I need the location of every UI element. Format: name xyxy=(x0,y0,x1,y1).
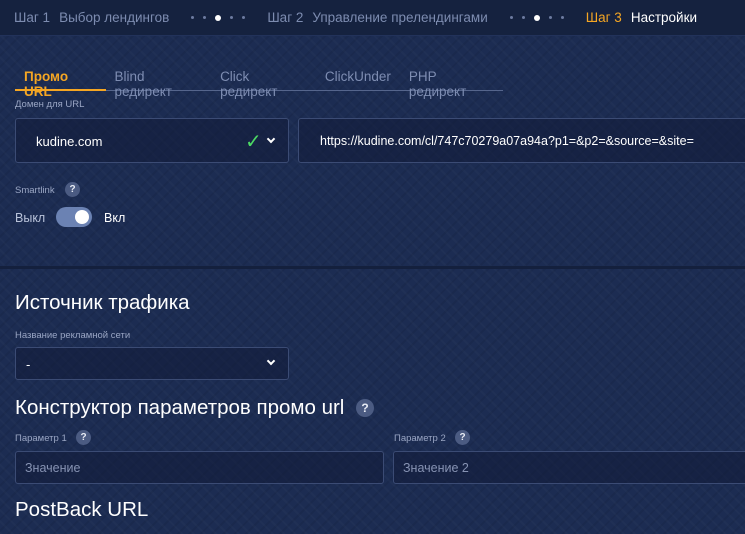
url-type-tabs: Промо URL Blind редирект Click редирект … xyxy=(15,66,503,99)
smartlink-label: Smartlink xyxy=(15,185,55,196)
promo-url-field[interactable]: https://kudine.com/cl/747c70279a07a94a?p… xyxy=(298,118,745,163)
constructor-help-icon[interactable]: ? xyxy=(356,399,374,417)
step-2-label[interactable]: Управление прелендингами xyxy=(312,10,487,25)
step-3-number[interactable]: Шаг 3 xyxy=(586,10,622,25)
param-1-placeholder: Значение xyxy=(25,461,81,475)
checkmark-icon: ✓ xyxy=(245,131,262,153)
step-1-number[interactable]: Шаг 1 xyxy=(14,10,50,25)
tab-blind-redirect[interactable]: Blind редирект xyxy=(106,66,212,99)
traffic-source-title: Источник трафика xyxy=(15,291,190,314)
section-divider xyxy=(0,266,745,269)
step-2-number[interactable]: Шаг 2 xyxy=(267,10,303,25)
smartlink-toggle[interactable] xyxy=(56,207,92,227)
network-select-value: - xyxy=(26,357,31,372)
smartlink-off-label: Выкл xyxy=(15,211,46,225)
domain-value: kudine.com xyxy=(36,134,103,149)
step-1-label[interactable]: Выбор лендингов xyxy=(59,10,169,25)
chevron-down-icon xyxy=(266,134,276,144)
postback-title: PostBack URL xyxy=(15,498,149,521)
tab-click-redirect[interactable]: Click редирект xyxy=(211,66,316,99)
step-3-label[interactable]: Настройки xyxy=(631,10,697,25)
wizard-steps: Шаг 1 Выбор лендингов Шаг 2 Управление п… xyxy=(0,0,745,36)
toggle-knob xyxy=(75,210,89,224)
param-2-input[interactable]: Значение 2 xyxy=(393,451,745,484)
param-2-placeholder: Значение 2 xyxy=(403,461,469,475)
network-select[interactable]: - xyxy=(15,347,289,380)
param-1-input[interactable]: Значение xyxy=(15,451,384,484)
chevron-down-icon xyxy=(266,356,276,366)
constructor-title: Конструктор параметров промо url xyxy=(15,396,345,419)
param-1-label: Параметр 1 xyxy=(15,433,67,444)
domain-label: Домен для URL xyxy=(15,99,85,110)
network-name-label: Название рекламной сети xyxy=(15,330,131,341)
tab-clickunder[interactable]: ClickUnder xyxy=(316,66,400,91)
param-2-label: Параметр 2 xyxy=(394,433,446,444)
step-separator xyxy=(191,14,246,21)
param-2-help-icon[interactable]: ? xyxy=(455,430,470,445)
step-separator xyxy=(509,14,564,21)
smartlink-on-label: Вкл xyxy=(104,211,126,225)
tab-promo-url[interactable]: Промо URL xyxy=(15,66,106,99)
smartlink-help-icon[interactable]: ? xyxy=(65,182,80,197)
param-1-help-icon[interactable]: ? xyxy=(76,430,91,445)
promo-url-value: https://kudine.com/cl/747c70279a07a94a?p… xyxy=(320,134,694,148)
tab-php-redirect[interactable]: PHP редирект xyxy=(400,66,503,99)
domain-select[interactable]: kudine.com ✓ xyxy=(15,118,289,163)
